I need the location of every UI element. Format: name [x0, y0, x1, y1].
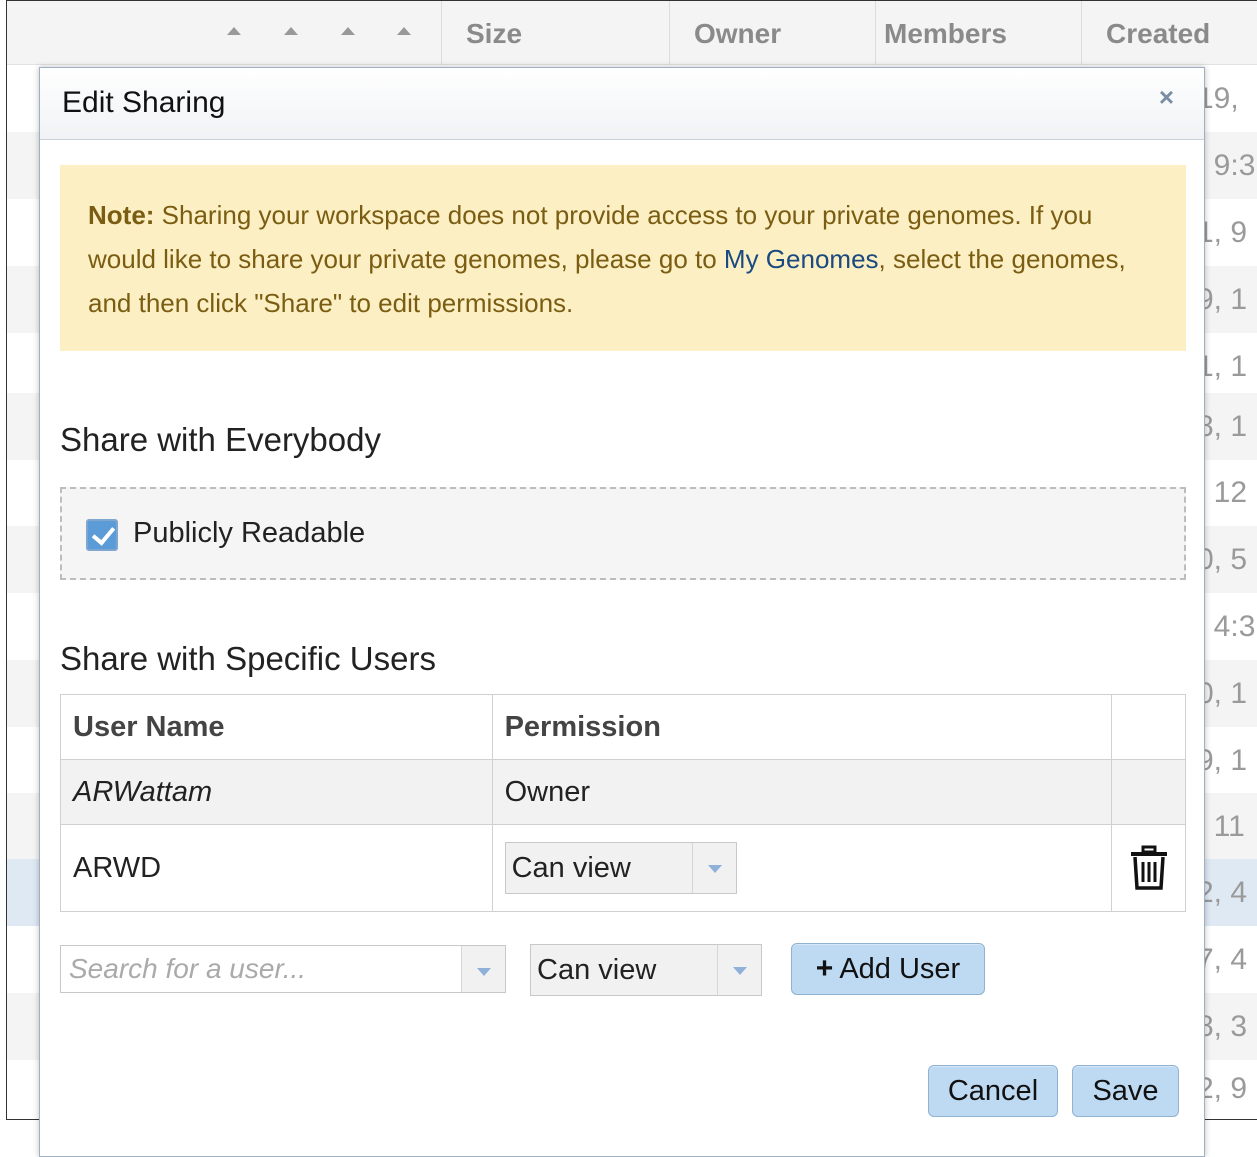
user-search-select[interactable]: [60, 945, 506, 993]
add-user-label: Add User: [839, 953, 961, 985]
column-header-size[interactable]: Size: [441, 1, 669, 65]
chevron-down-icon[interactable]: [461, 946, 505, 992]
cancel-button[interactable]: Cancel: [928, 1065, 1058, 1117]
chevron-down-icon[interactable]: [691, 843, 736, 893]
column-header-owner[interactable]: Owner: [669, 1, 875, 65]
background-table-header: Size Owner Members Created: [7, 1, 1257, 65]
user-search-input[interactable]: [61, 946, 461, 992]
sort-arrow-icon[interactable]: [341, 27, 355, 35]
created-cell: , 4:3: [1197, 610, 1256, 643]
new-user-permission-select[interactable]: Can view: [530, 944, 762, 996]
add-user-button[interactable]: + Add User: [791, 943, 985, 995]
owner-permission: Owner: [491, 759, 1113, 825]
permission-cell: Can view: [491, 824, 1113, 912]
share-everybody-heading: Share with Everybody: [60, 421, 381, 458]
permission-select[interactable]: Can view: [504, 842, 737, 894]
created-cell: , 9:3: [1197, 149, 1256, 182]
column-header-created[interactable]: Created: [1081, 1, 1257, 65]
publicly-readable-label[interactable]: Publicly Readable: [133, 517, 365, 550]
note-label: Note:: [88, 200, 155, 230]
table-row: ARWD Can view: [60, 824, 1186, 912]
publicly-readable-checkbox[interactable]: [86, 519, 118, 551]
save-button[interactable]: Save: [1072, 1065, 1179, 1117]
dialog-titlebar: Edit Sharing ×: [40, 68, 1204, 140]
plus-icon: +: [815, 952, 834, 985]
empty-cell: [1111, 759, 1186, 825]
permission-header: Permission: [491, 694, 1113, 760]
public-readable-box: Publicly Readable: [60, 487, 1186, 580]
users-permission-table: User Name Permission ARWattam Owner ARWD…: [60, 694, 1186, 912]
share-users-heading: Share with Specific Users: [60, 640, 436, 677]
note-banner: Note: Sharing your workspace does not pr…: [60, 165, 1186, 351]
permission-select-value: Can view: [511, 852, 631, 884]
column-header-members[interactable]: Members: [875, 1, 1081, 65]
owner-user-name: ARWattam: [60, 759, 493, 825]
trash-icon[interactable]: [1128, 845, 1170, 891]
new-user-permission-value: Can view: [537, 954, 657, 986]
chevron-down-icon[interactable]: [717, 945, 761, 995]
user-name: ARWD: [60, 824, 493, 912]
close-icon[interactable]: ×: [1159, 82, 1174, 113]
action-header: [1111, 694, 1186, 760]
sort-arrow-icon[interactable]: [227, 27, 241, 35]
sort-arrow-icon[interactable]: [397, 27, 411, 35]
table-header-row: User Name Permission: [60, 694, 1186, 760]
dialog-title: Edit Sharing: [62, 86, 226, 119]
edit-sharing-dialog: Edit Sharing × Note: Sharing your worksp…: [39, 67, 1205, 1157]
table-row: ARWattam Owner: [60, 759, 1186, 825]
my-genomes-link[interactable]: My Genomes: [724, 244, 879, 274]
sort-arrow-icon[interactable]: [284, 27, 298, 35]
delete-cell: [1111, 824, 1186, 912]
user-name-header: User Name: [60, 694, 493, 760]
